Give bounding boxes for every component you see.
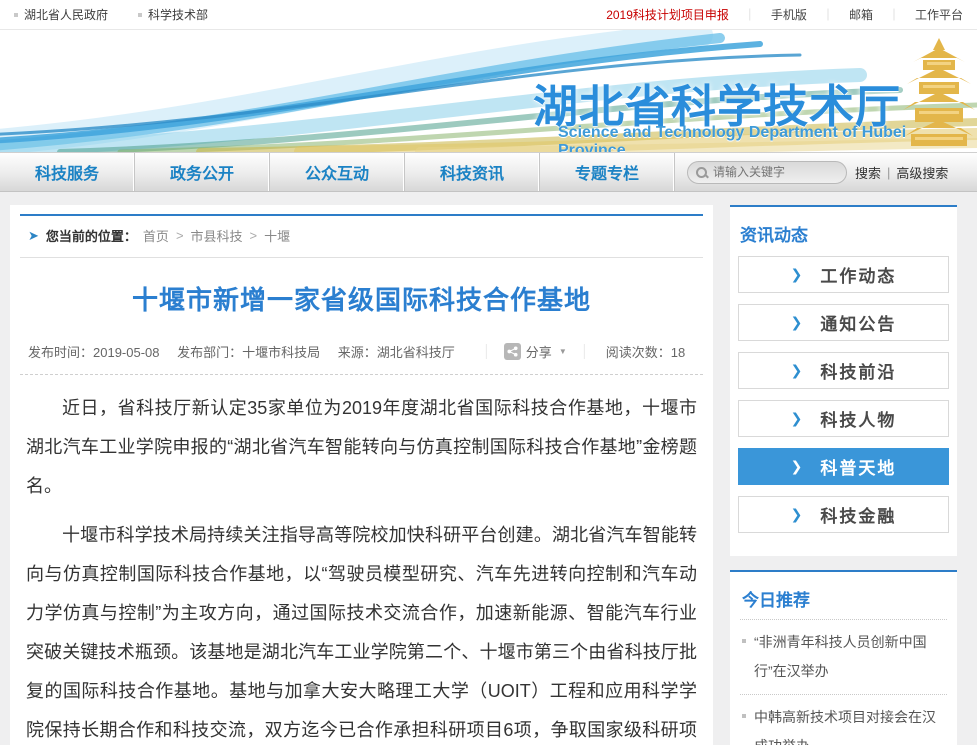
read-count: 阅读次数：18 bbox=[606, 342, 685, 361]
nav-item-gov-disclosure[interactable]: 政务公开 bbox=[135, 153, 270, 191]
search-input[interactable] bbox=[713, 165, 833, 179]
page-body: ➤ 您当前的位置： 首页 > 市县科技 > 十堰 十堰市新增一家省级国际科技合作… bbox=[0, 192, 977, 745]
breadcrumb-home[interactable]: 首页 bbox=[143, 226, 169, 245]
divider: ｜ bbox=[888, 6, 900, 23]
share-label: 分享 bbox=[526, 342, 552, 361]
breadcrumb: ➤ 您当前的位置： 首页 > 市县科技 > 十堰 bbox=[20, 214, 703, 258]
chevron-down-icon: ▼ bbox=[559, 347, 567, 356]
advanced-search-link[interactable]: 高级搜索 bbox=[896, 163, 948, 182]
sidebar-item-label: 科技人物 bbox=[820, 406, 896, 431]
chevron-right-icon: ❯ bbox=[791, 314, 803, 331]
sidebar-item-tech-frontier[interactable]: ❯ 科技前沿 bbox=[738, 352, 949, 389]
today-recommend-card: 今日推荐 “非洲青年科技人员创新中国行”在汉举办 中韩高新技术项目对接会在汉成功… bbox=[730, 570, 957, 745]
site-banner: 湖北省科学技术厅 Science and Technology Departme… bbox=[0, 30, 977, 152]
divider: ｜ bbox=[744, 6, 756, 23]
breadcrumb-separator: > bbox=[176, 228, 184, 243]
recommend-item[interactable]: 中韩高新技术项目对接会在汉成功举办 bbox=[740, 695, 947, 745]
source: 来源：湖北省科技厅 bbox=[338, 345, 455, 360]
article-panel: ➤ 您当前的位置： 首页 > 市县科技 > 十堰 十堰市新增一家省级国际科技合作… bbox=[10, 205, 713, 745]
recommend-item[interactable]: “非洲青年科技人员创新中国行”在汉举办 bbox=[740, 620, 947, 695]
link-mailbox[interactable]: 邮箱 bbox=[849, 6, 873, 23]
article-title: 十堰市新增一家省级国际科技合作基地 bbox=[20, 258, 703, 335]
chevron-right-icon: ❯ bbox=[791, 266, 803, 283]
recommend-section-title: 今日推荐 bbox=[740, 580, 947, 620]
news-category-card: 资讯动态 ❯ 工作动态 ❯ 通知公告 ❯ 科技前沿 ❯ 科技人物 ❯ 科普天地 bbox=[730, 205, 957, 556]
bullet-icon bbox=[14, 13, 18, 17]
link-hubei-gov-label: 湖北省人民政府 bbox=[24, 6, 108, 23]
sidebar-item-label: 工作动态 bbox=[820, 262, 896, 287]
nav-item-tech-services[interactable]: 科技服务 bbox=[0, 153, 135, 191]
sidebar-item-label: 通知公告 bbox=[820, 310, 896, 335]
topbar-left: 湖北省人民政府 科学技术部 bbox=[14, 6, 232, 23]
divider: ｜ bbox=[479, 341, 494, 362]
sidebar-item-work-dynamics[interactable]: ❯ 工作动态 bbox=[738, 256, 949, 293]
sidebar-item-label: 科普天地 bbox=[820, 454, 896, 479]
article-body: 近日，省科技厅新认定35家单位为2019年度湖北省国际科技合作基地，十堰市湖北汽… bbox=[20, 375, 703, 745]
link-hubei-gov[interactable]: 湖北省人民政府 bbox=[14, 6, 108, 23]
article-paragraph: 近日，省科技厅新认定35家单位为2019年度湖北省国际科技合作基地，十堰市湖北汽… bbox=[26, 389, 697, 506]
sidebar: 资讯动态 ❯ 工作动态 ❯ 通知公告 ❯ 科技前沿 ❯ 科技人物 ❯ 科普天地 bbox=[730, 205, 957, 745]
chevron-right-icon: ❯ bbox=[791, 458, 803, 475]
search-button[interactable]: 搜索 bbox=[855, 163, 881, 182]
search-icon bbox=[696, 167, 707, 178]
nav-item-special-columns[interactable]: 专题专栏 bbox=[540, 153, 675, 191]
breadcrumb-shiyan[interactable]: 十堰 bbox=[264, 226, 290, 245]
sidebar-item-tech-people[interactable]: ❯ 科技人物 bbox=[738, 400, 949, 437]
chevron-right-icon: ❯ bbox=[791, 506, 803, 523]
article-meta: 发布时间：2019-05-08 发布部门：十堰市科技局 来源：湖北省科技厅 ｜ … bbox=[20, 335, 703, 375]
chevron-right-icon: ❯ bbox=[791, 410, 803, 427]
article-paragraph: 十堰市科学技术局持续关注指导高等院校加快科研平台创建。湖北省汽车智能转向与仿真控… bbox=[26, 516, 697, 745]
topbar-right: 2019科技计划项目申报 ｜ 手机版 ｜ 邮箱 ｜ 工作平台 bbox=[606, 6, 963, 23]
link-2019-project-apply[interactable]: 2019科技计划项目申报 bbox=[606, 6, 729, 23]
link-most-label: 科学技术部 bbox=[148, 6, 208, 23]
link-mobile-version[interactable]: 手机版 bbox=[771, 6, 807, 23]
link-work-platform[interactable]: 工作平台 bbox=[915, 6, 963, 23]
sidebar-item-label: 科技前沿 bbox=[820, 358, 896, 383]
link-most[interactable]: 科学技术部 bbox=[138, 6, 208, 23]
share-icon bbox=[504, 343, 521, 360]
breadcrumb-city-tech[interactable]: 市县科技 bbox=[191, 226, 243, 245]
publish-department: 发布部门：十堰市科技局 bbox=[177, 345, 320, 360]
nav-search-area: 搜索 | 高级搜索 bbox=[675, 153, 977, 191]
bullet-icon bbox=[138, 13, 142, 17]
search-box[interactable] bbox=[687, 161, 847, 184]
divider: ｜ bbox=[822, 6, 834, 23]
sidebar-item-notices[interactable]: ❯ 通知公告 bbox=[738, 304, 949, 341]
sidebar-item-tech-finance[interactable]: ❯ 科技金融 bbox=[738, 496, 949, 533]
share-button[interactable]: 分享 ▼ bbox=[504, 342, 567, 361]
search-links: 搜索 | 高级搜索 bbox=[855, 163, 948, 182]
breadcrumb-separator: > bbox=[250, 228, 258, 243]
site-subtitle-en: Science and Technology Department of Hub… bbox=[558, 124, 977, 152]
nav-item-public-interaction[interactable]: 公众互动 bbox=[270, 153, 405, 191]
chevron-right-icon: ❯ bbox=[791, 362, 803, 379]
breadcrumb-label: 您当前的位置： bbox=[46, 226, 137, 245]
main-nav: 科技服务 政务公开 公众互动 科技资讯 专题专栏 搜索 | 高级搜索 bbox=[0, 152, 977, 192]
sidebar-item-science-popularization[interactable]: ❯ 科普天地 bbox=[738, 448, 949, 485]
news-section-title: 资讯动态 bbox=[738, 217, 949, 256]
nav-item-tech-news[interactable]: 科技资讯 bbox=[405, 153, 540, 191]
meta-left: 发布时间：2019-05-08 发布部门：十堰市科技局 来源：湖北省科技厅 bbox=[28, 342, 469, 361]
sidebar-item-label: 科技金融 bbox=[820, 502, 896, 527]
breadcrumb-arrow-icon: ➤ bbox=[28, 228, 39, 244]
divider: ｜ bbox=[577, 341, 592, 362]
publish-time: 发布时间：2019-05-08 bbox=[28, 345, 160, 360]
divider: | bbox=[887, 165, 890, 180]
top-utility-bar: 湖北省人民政府 科学技术部 2019科技计划项目申报 ｜ 手机版 ｜ 邮箱 ｜ … bbox=[0, 0, 977, 30]
